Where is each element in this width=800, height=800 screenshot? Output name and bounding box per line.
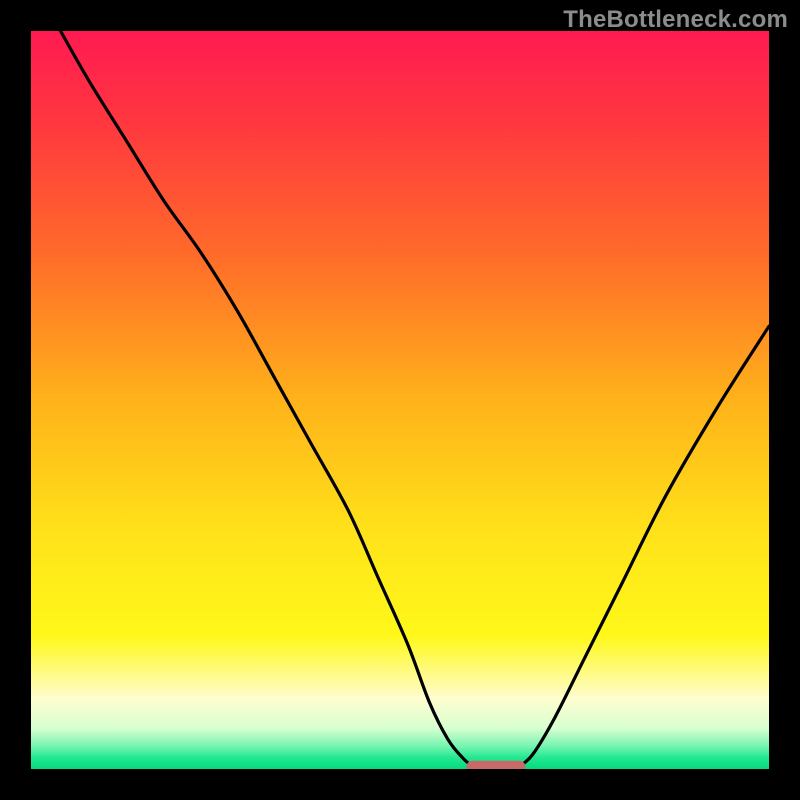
optimum-marker bbox=[466, 761, 525, 769]
watermark-text: TheBottleneck.com bbox=[563, 6, 788, 34]
plot-area bbox=[31, 31, 769, 769]
outer-frame: TheBottleneck.com bbox=[0, 0, 800, 800]
gradient-background bbox=[31, 31, 769, 769]
bottleneck-chart bbox=[31, 31, 769, 769]
